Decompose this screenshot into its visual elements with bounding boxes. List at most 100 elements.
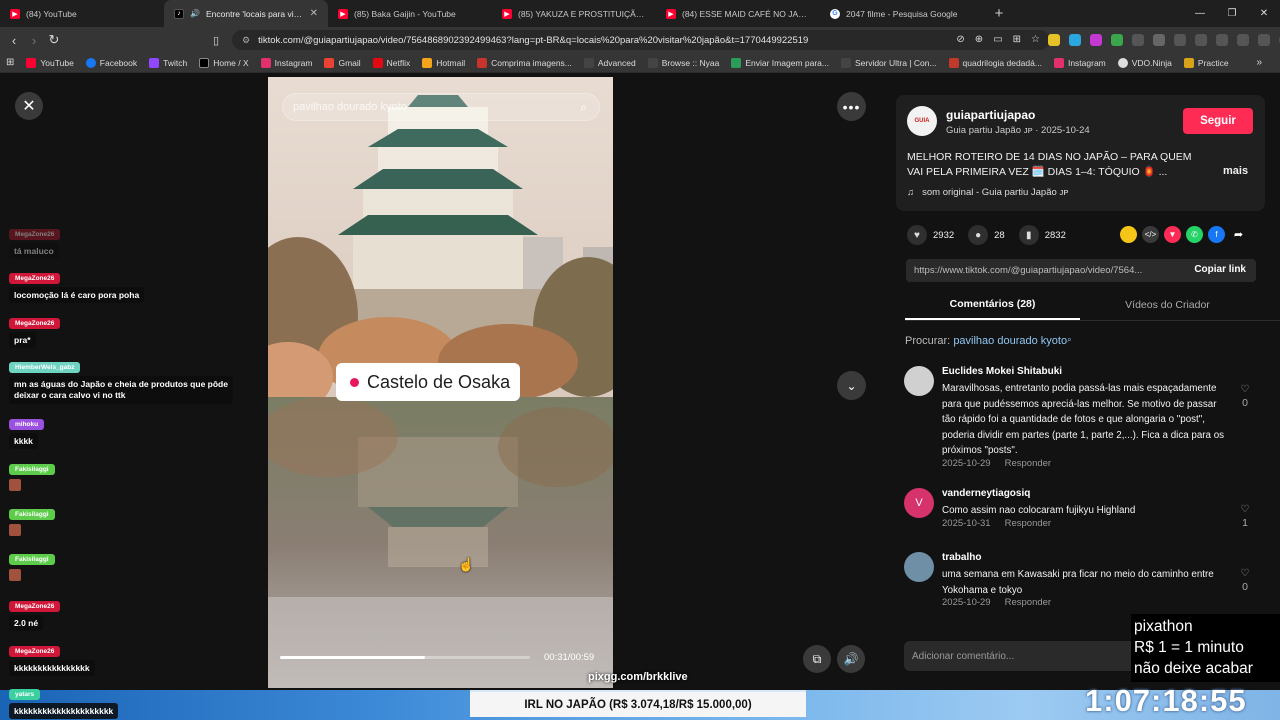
bookmark-item[interactable]: Browse :: Nyaa (647, 57, 719, 68)
bookmark-item[interactable]: Netflix (372, 57, 410, 68)
browser-tab[interactable]: ▶ (84) ESSE MAID CAFÉ NO JAPÃO É U (656, 0, 820, 27)
sound-info[interactable]: ♫ som original - Guia partiu Japão ᴊᴘ (907, 187, 1068, 198)
bookmark-item[interactable]: Hotmail (422, 57, 465, 68)
more-options-button[interactable]: ••• (837, 92, 866, 121)
bookmark-item[interactable]: Facebook (85, 57, 137, 68)
send-icon[interactable]: ▼ (1164, 226, 1181, 243)
heart-outline-icon: ♡ (1240, 384, 1250, 395)
music-icon[interactable] (1195, 34, 1207, 46)
download-icon[interactable] (1237, 34, 1249, 46)
more-bookmarks-icon[interactable]: » (1256, 57, 1262, 68)
bookmark-label: Instagram (274, 57, 313, 68)
close-tab-icon[interactable]: ✕ (310, 8, 318, 19)
reader-icon[interactable]: ⊘ (956, 34, 964, 45)
bookmark-item[interactable]: Home / X (199, 57, 249, 68)
tab-creator-videos[interactable]: Vídeos do Criador (1080, 289, 1255, 320)
next-video-button[interactable]: ⌄ (837, 371, 866, 400)
extension-icon[interactable] (1090, 34, 1102, 46)
bookmark-icon[interactable]: ▯ (206, 30, 226, 50)
picture-in-picture-button[interactable]: ⧉ (803, 645, 831, 673)
audio-icon[interactable]: 🔊 (190, 9, 200, 18)
reload-icon[interactable]: ↻ (44, 30, 64, 50)
bookmark-item[interactable]: Comprima imagens... (477, 57, 572, 68)
volume-button[interactable]: 🔊 (837, 645, 865, 673)
minimize-icon[interactable]: — (1184, 0, 1216, 27)
whatsapp-icon[interactable]: ✆ (1186, 226, 1203, 243)
related-search[interactable]: Procurar: pavilhao dourado kyoto⌕ (905, 335, 1072, 347)
comment-meta: 2025-10-29 Responder (942, 597, 1051, 608)
add-comment-input[interactable]: Adicionar comentário... (904, 641, 1154, 671)
share-icon[interactable]: ➦ (1230, 226, 1247, 243)
follow-button[interactable]: Seguir (1183, 108, 1253, 134)
commenter-name[interactable]: Euclides Mokei Shitabuki (942, 366, 1062, 377)
bookmark-item[interactable]: Practice (1183, 57, 1229, 68)
commenter-avatar[interactable]: V (904, 488, 934, 518)
extension-icon[interactable] (1174, 34, 1186, 46)
browser-tab-active[interactable]: ♪ 🔊 Encontre 'locais para visitar ja ✕ (164, 0, 328, 27)
server-icon (840, 57, 851, 68)
channel-name[interactable]: guiapartiujapao (946, 108, 1035, 122)
bookmark-item[interactable]: Instagram (260, 57, 313, 68)
facebook-icon[interactable]: f (1208, 226, 1225, 243)
browser-tab[interactable]: ▶ (84) YouTube (0, 0, 164, 27)
zoom-icon[interactable]: ⊕ (975, 34, 983, 45)
commenter-avatar[interactable] (904, 552, 934, 582)
video-player[interactable]: pavilhao dourado kyoto ⌕ Castelo de Osak… (268, 77, 613, 688)
extension-icon[interactable] (1111, 34, 1123, 46)
bookmark-item[interactable]: Servidor Ultra | Con... (840, 57, 937, 68)
bookmark-item[interactable]: Enviar Imagem para... (731, 57, 829, 68)
search-icon[interactable]: ⌕ (580, 100, 587, 115)
bookmark-item[interactable]: Instagram (1053, 57, 1106, 68)
embed-icon[interactable]: </> (1142, 226, 1159, 243)
close-window-icon[interactable]: ✕ (1248, 0, 1280, 27)
reply-button[interactable]: Responder (1005, 458, 1051, 469)
reply-button[interactable]: Responder (1005, 518, 1051, 529)
bookmark-item[interactable]: Gmail (324, 57, 361, 68)
new-tab-button[interactable]: + (984, 0, 1014, 27)
address-bar[interactable]: ⚙ tiktok.com/@guiapartiujapao/video/7564… (232, 30, 1050, 50)
video-progress-bar[interactable] (280, 656, 530, 659)
comment-like[interactable]: ♡ 0 (1237, 568, 1253, 593)
bookmark-item[interactable]: VDO.Ninja (1117, 57, 1172, 68)
related-search-query[interactable]: pavilhao dourado kyoto (953, 335, 1067, 347)
browser-tab[interactable]: G 2047 filme - Pesquisa Google (820, 0, 984, 27)
chat-username: MegaZone26 (9, 646, 61, 657)
video-time: 00:31/00:59 (544, 652, 595, 663)
like-stat[interactable]: ♥ 2932 (907, 225, 954, 245)
sidebar-icon[interactable] (1216, 34, 1228, 46)
commenter-avatar[interactable] (904, 366, 934, 396)
translate-icon[interactable]: ⊞ (1013, 34, 1021, 45)
bookmark-item[interactable]: Advanced (583, 57, 636, 68)
extension-icon[interactable] (1069, 34, 1081, 46)
restore-icon[interactable]: ❐ (1216, 0, 1248, 27)
video-search-input[interactable]: pavilhao dourado kyoto ⌕ (282, 93, 600, 121)
browser-tab[interactable]: ▶ (85) Baka Gaijin - YouTube (328, 0, 492, 27)
reply-button[interactable]: Responder (1005, 597, 1051, 608)
forward-icon[interactable]: › (24, 30, 44, 50)
browser-tab[interactable]: ▶ (85) YAKUZA E PROSTITUIÇÃO NO JA (492, 0, 656, 27)
star-icon[interactable]: ☆ (1031, 34, 1040, 45)
commenter-name[interactable]: trabalho (942, 552, 981, 563)
more-description-button[interactable]: mais (1223, 165, 1248, 177)
copy-link-button[interactable]: Copiar link (1194, 264, 1246, 275)
puzzle-icon[interactable] (1132, 34, 1144, 46)
save-stat[interactable]: ▮ 2832 (1018, 225, 1066, 245)
site-info-icon[interactable]: ⚙ (242, 35, 250, 46)
extension-icon[interactable] (1048, 34, 1060, 46)
tab-comments[interactable]: Comentários (28) (905, 289, 1080, 320)
comment-like[interactable]: ♡ 1 (1237, 504, 1253, 529)
commenter-name[interactable]: vanderneytiagosiq (942, 488, 1030, 499)
back-icon[interactable]: ‹ (4, 30, 24, 50)
extension-icon[interactable] (1153, 34, 1165, 46)
apps-icon[interactable]: ⊞ (6, 57, 14, 68)
channel-avatar[interactable]: GUIA (907, 106, 937, 136)
bookmark-item[interactable]: quadrilogia dedadá... (948, 57, 1042, 68)
location-tag[interactable]: Castelo de Osaka (336, 363, 521, 401)
shield-icon[interactable] (1258, 34, 1270, 46)
comment-like[interactable]: ♡ 0 (1237, 384, 1253, 409)
comment-stat[interactable]: ● 28 (968, 225, 1005, 245)
coin-icon[interactable] (1120, 226, 1137, 243)
bookmark-item[interactable]: YouTube (26, 57, 74, 68)
bookmark-item[interactable]: Twitch (149, 57, 187, 68)
cast-icon[interactable]: ▭ (993, 34, 1002, 45)
